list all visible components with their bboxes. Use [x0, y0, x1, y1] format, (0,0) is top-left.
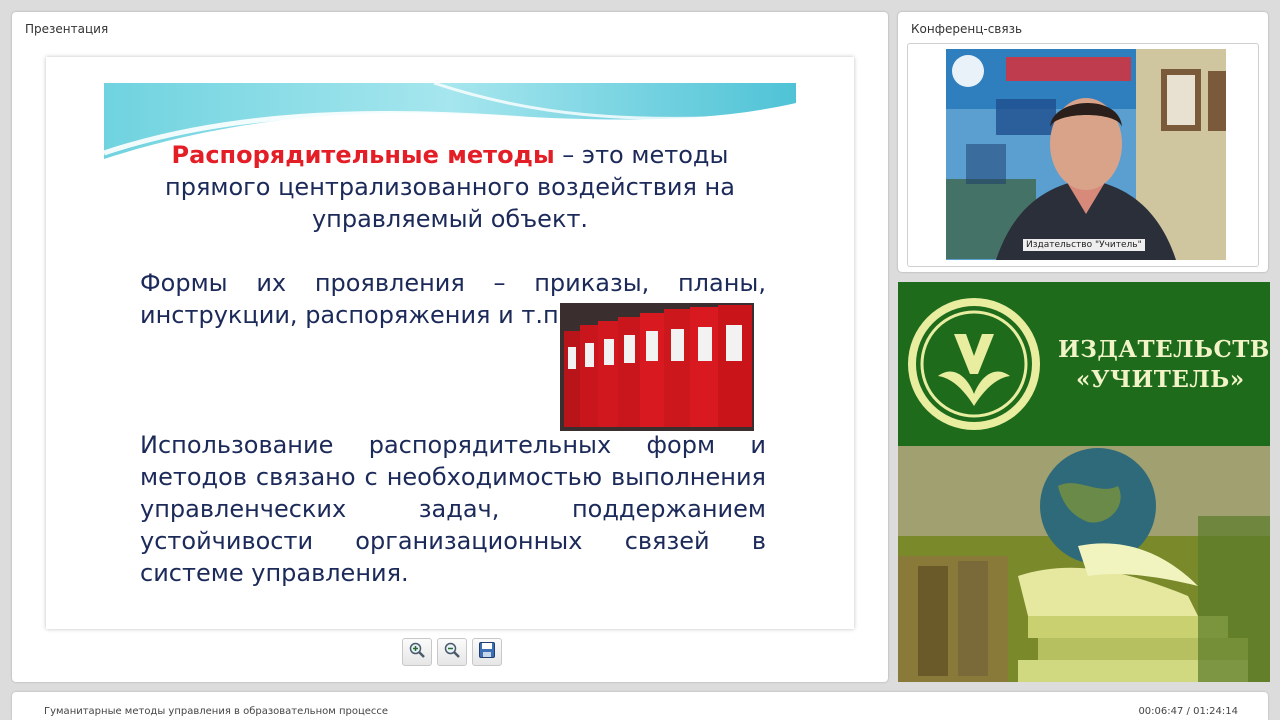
- save-icon: [478, 641, 496, 663]
- banner-header: ИЗДАТЕЛЬСТВО «УЧИТЕЛЬ»: [898, 282, 1270, 446]
- footer-bar: Гуманитарные методы управления в образов…: [12, 692, 1268, 720]
- conference-panel: Конференц-связь Издательство "Учитель": [898, 12, 1268, 272]
- publisher-name-line1: ИЗДАТЕЛЬСТВО: [1058, 336, 1270, 363]
- playback-time: 00:06:47 / 01:24:14: [1138, 706, 1238, 717]
- zoom-out-icon: [443, 641, 461, 663]
- folders-image: [560, 303, 754, 431]
- conference-panel-title: Конференц-связь: [911, 22, 1023, 36]
- slide-heading-bold: Распорядительные методы: [171, 141, 555, 169]
- lecture-title: Гуманитарные методы управления в образов…: [44, 706, 389, 717]
- banner-books-image: [898, 446, 1270, 682]
- speaker-video[interactable]: Издательство "Учитель": [946, 49, 1226, 260]
- presentation-panel-title: Презентация: [25, 22, 109, 36]
- zoom-in-icon: [408, 641, 426, 663]
- presentation-panel: Презентация Распорядительные методы – эт…: [12, 12, 888, 682]
- zoom-in-button[interactable]: [402, 638, 432, 666]
- publisher-banner: ИЗДАТЕЛЬСТВО «УЧИТЕЛЬ»: [898, 282, 1270, 682]
- zoom-out-button[interactable]: [437, 638, 467, 666]
- slide-toolbar: [402, 638, 502, 668]
- slide-usage-text: Использование распорядительных форм и ме…: [140, 431, 766, 587]
- publisher-logo-icon: [908, 298, 1040, 430]
- save-button[interactable]: [472, 638, 502, 666]
- slide-heading: Распорядительные методы – это методы пря…: [136, 139, 764, 235]
- slide: Распорядительные методы – это методы пря…: [46, 57, 854, 629]
- publisher-name-line2: «УЧИТЕЛЬ»: [1076, 366, 1245, 393]
- video-caption: Издательство "Учитель": [1023, 239, 1145, 251]
- video-frame: Издательство "Учитель": [907, 43, 1259, 267]
